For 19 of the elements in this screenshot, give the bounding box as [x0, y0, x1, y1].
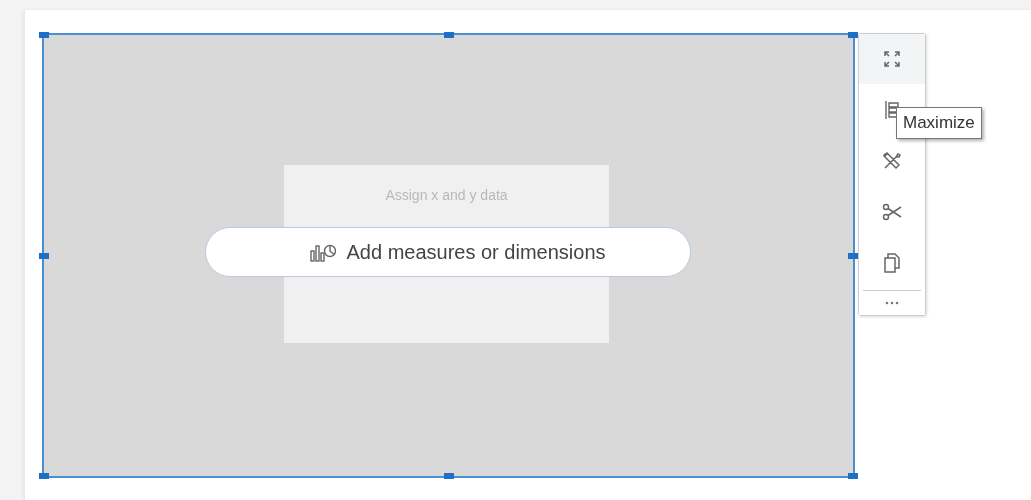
- toolbar-button[interactable]: [859, 34, 925, 84]
- more-icon: [885, 301, 899, 305]
- expand-icon: [883, 50, 901, 68]
- resize-handle[interactable]: [39, 252, 49, 259]
- resize-handle[interactable]: [848, 32, 858, 38]
- add-data-button[interactable]: Add measures or dimensions: [205, 227, 691, 277]
- resize-handle[interactable]: [848, 473, 858, 479]
- resize-handle[interactable]: [443, 32, 454, 38]
- resize-handle[interactable]: [443, 473, 454, 479]
- tools-icon: [882, 150, 902, 171]
- toolbar-button[interactable]: [859, 237, 925, 288]
- resize-handle[interactable]: [39, 473, 49, 479]
- chart-icon: [310, 242, 337, 262]
- scissors-icon: [882, 202, 902, 221]
- copy-icon: [884, 252, 900, 273]
- resize-handle[interactable]: [848, 252, 858, 259]
- list-icon: [883, 99, 901, 120]
- tooltip: Maximize: [896, 107, 982, 139]
- resize-handle[interactable]: [39, 32, 49, 38]
